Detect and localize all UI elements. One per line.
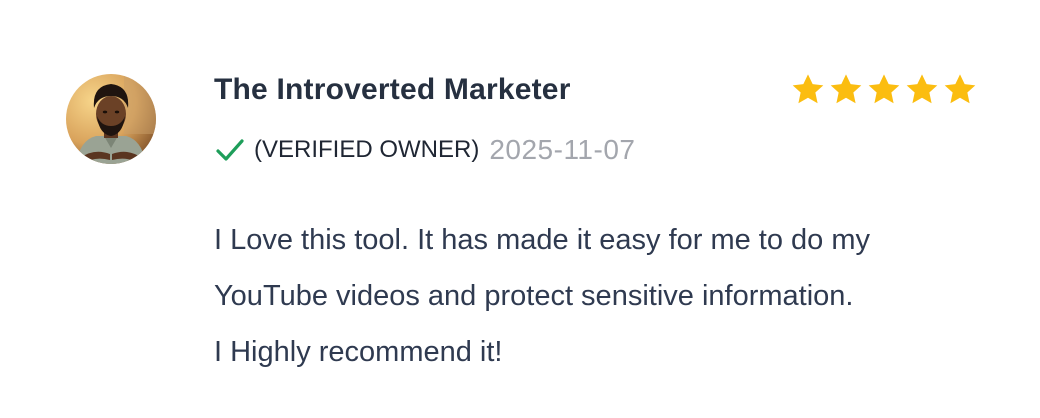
star-icon bbox=[830, 74, 862, 104]
review-text-line: I Highly recommend it! bbox=[214, 336, 503, 368]
verification-row: (VERIFIED OWNER) 2025-11-07 bbox=[214, 134, 635, 166]
review-text: I Love this tool. It has made it easy fo… bbox=[214, 212, 1014, 380]
check-icon bbox=[216, 139, 244, 161]
review-date: 2025-11-07 bbox=[489, 134, 636, 165]
review-card: The Introverted Marketer (VERIFIED OWNER… bbox=[0, 0, 1040, 418]
star-icon bbox=[868, 74, 900, 104]
star-icon bbox=[944, 74, 976, 104]
star-rating bbox=[790, 72, 978, 108]
verified-owner-label: (VERIFIED OWNER) bbox=[254, 136, 480, 163]
review-text-line: I Love this tool. It has made it easy fo… bbox=[214, 224, 871, 256]
review-text-line: YouTube videos and protect sensitive inf… bbox=[214, 280, 854, 312]
avatar bbox=[66, 74, 156, 164]
reviewer-name: The Introverted Marketer bbox=[214, 73, 571, 106]
star-icon bbox=[906, 74, 938, 104]
star-icon bbox=[792, 74, 824, 104]
